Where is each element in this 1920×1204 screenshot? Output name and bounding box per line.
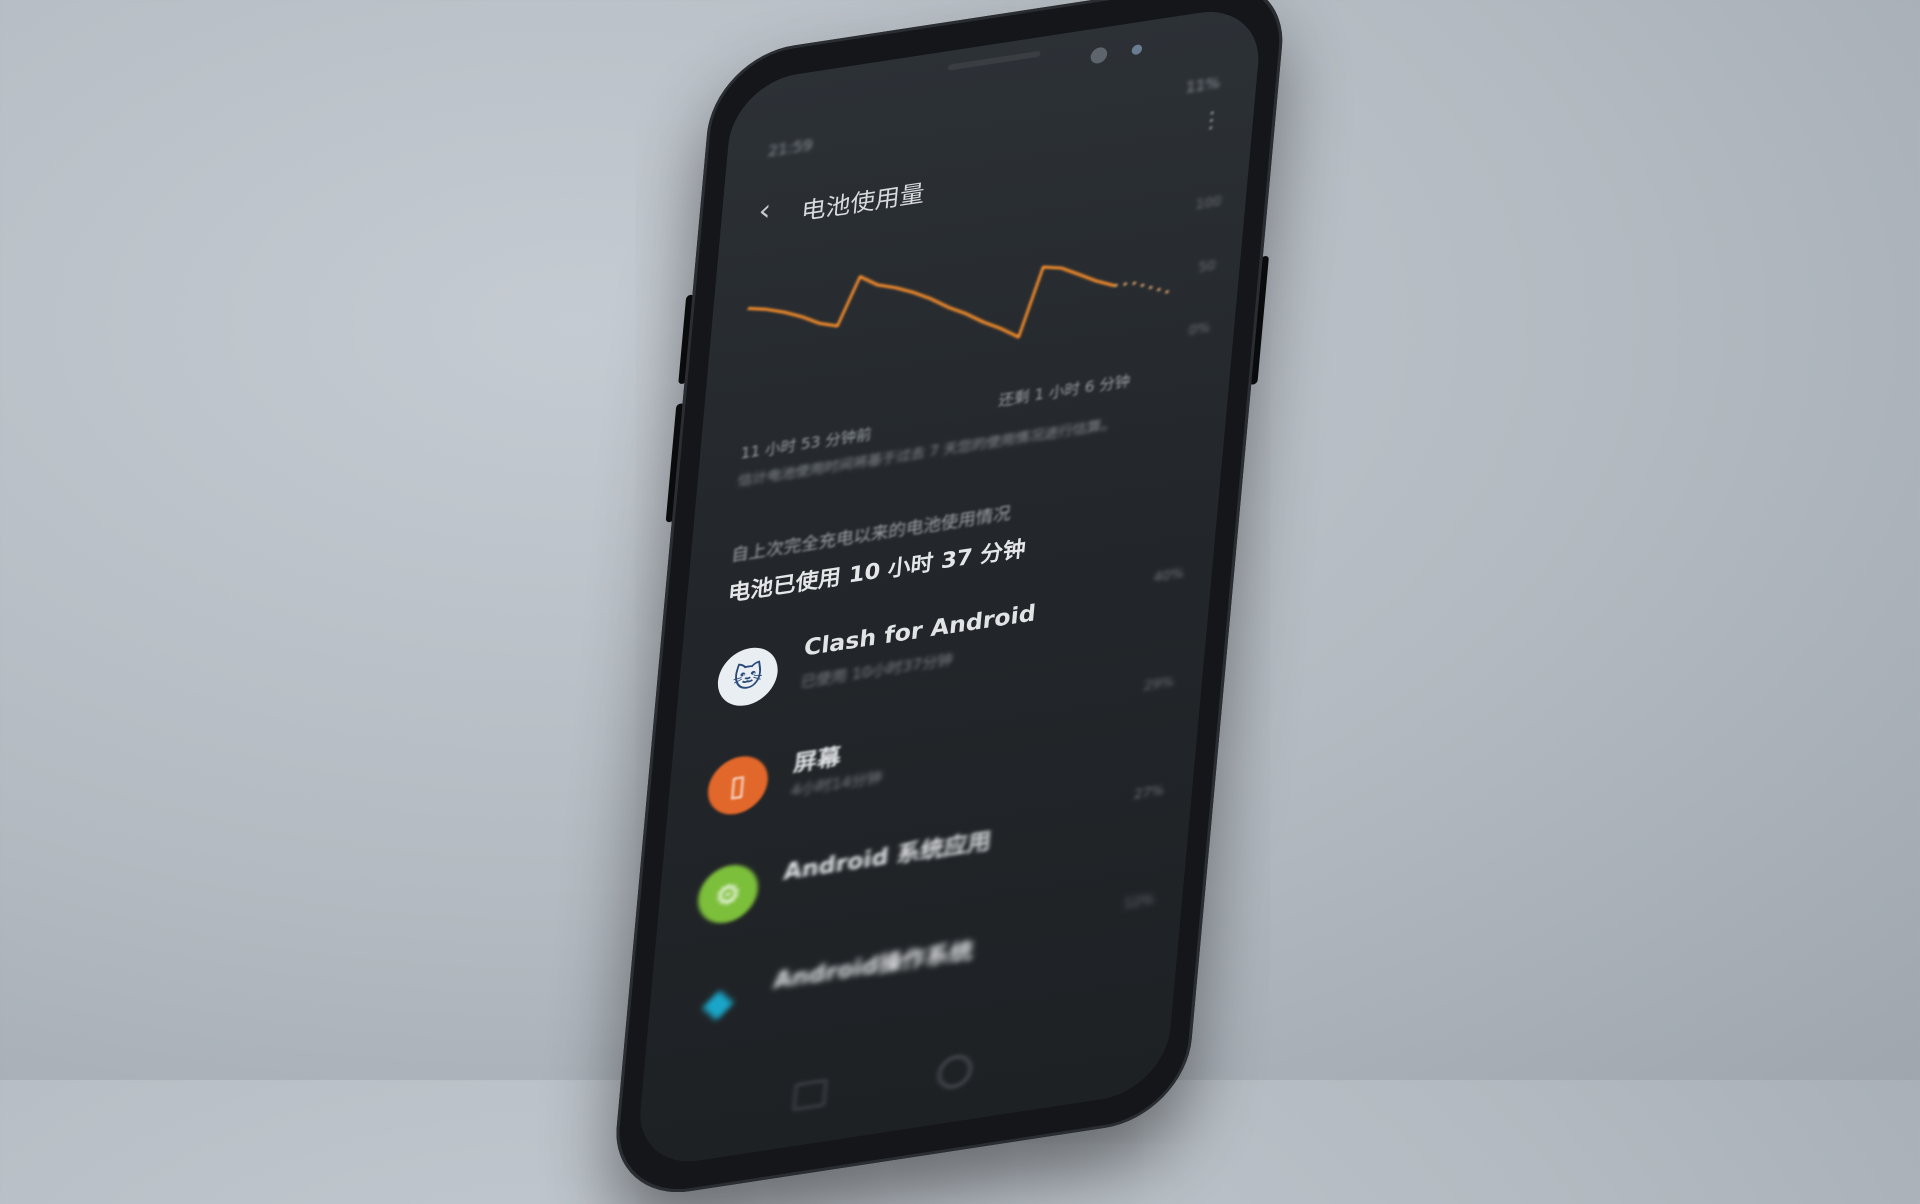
- app-percent: 29%: [1143, 675, 1175, 695]
- app-name: Android操作系统: [772, 938, 975, 995]
- app-name: Android 系统应用: [782, 828, 993, 886]
- y-tick-label: 100: [1195, 194, 1222, 214]
- gear-icon: ⚙: [695, 860, 761, 928]
- app-percent: 40%: [1153, 566, 1185, 586]
- battery-projection-series: [1114, 281, 1170, 294]
- sensor-icon: [1131, 43, 1143, 56]
- back-arrow-icon[interactable]: ‹: [757, 193, 772, 229]
- status-bar: 21:59 11%: [767, 73, 1221, 167]
- header: ‹ 电池使用量: [757, 179, 926, 235]
- y-tick-label: 0%: [1187, 320, 1211, 339]
- app-percent: 12%: [1123, 892, 1155, 912]
- app-percent: 27%: [1133, 783, 1165, 804]
- earpiece: [947, 50, 1041, 71]
- app-name: 屏幕: [792, 744, 842, 778]
- status-time: 21:59: [767, 135, 814, 161]
- more-options-icon[interactable]: ⋮: [1199, 107, 1224, 135]
- phone-screen: 21:59 11% ⋮ ‹ 电池使用量 100 50 0% 还剩 1 小时 6 …: [635, 3, 1264, 1171]
- screen-icon: ▯: [705, 752, 771, 819]
- android-icon: ◆: [700, 977, 736, 1028]
- y-tick-label: 50: [1197, 258, 1217, 277]
- battery-percent: 11%: [1184, 73, 1221, 97]
- battery-line-series: [747, 265, 1116, 339]
- front-camera-icon: [1089, 46, 1108, 65]
- page-title: 电池使用量: [799, 179, 926, 226]
- home-icon[interactable]: [935, 1052, 974, 1092]
- recent-apps-icon[interactable]: [792, 1078, 828, 1112]
- cat-icon: 🐱: [715, 643, 781, 710]
- phone: 21:59 11% ⋮ ‹ 电池使用量 100 50 0% 还剩 1 小时 6 …: [609, 0, 1289, 1204]
